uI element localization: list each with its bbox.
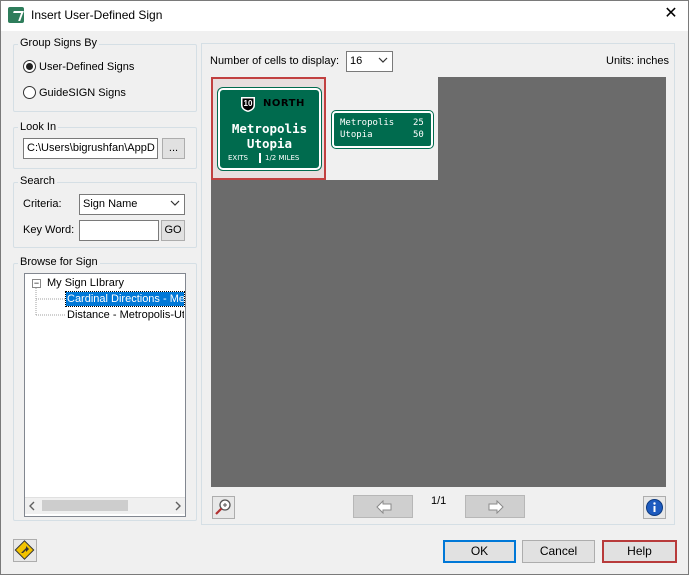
go-button[interactable]: GO	[161, 220, 185, 241]
scroll-right-icon[interactable]	[172, 501, 182, 511]
cells-to-display-select[interactable]: 16	[346, 51, 393, 72]
arrow-left-icon	[376, 500, 392, 514]
criteria-select[interactable]: Sign Name	[79, 194, 185, 215]
units-label: Units: inches	[606, 55, 669, 67]
guidesign-radio[interactable]	[23, 86, 36, 99]
tree-item-distance[interactable]: Distance - Metropolis-Uto	[66, 308, 184, 322]
browse-folder-button[interactable]: ...	[162, 138, 185, 159]
arrow-right-icon	[488, 500, 504, 514]
sign-2-row2-dist: 50	[413, 130, 424, 140]
sign-1-route-number: 10	[243, 99, 253, 108]
tree-collapse-icon[interactable]: −	[32, 279, 41, 288]
close-icon[interactable]: ✕	[660, 3, 682, 25]
zoom-icon	[215, 499, 231, 515]
sign-1-exit-left: EXITS	[228, 154, 249, 162]
page-indicator: 1/1	[431, 495, 447, 507]
keyword-input[interactable]	[79, 220, 159, 241]
search-label: Search	[18, 175, 57, 187]
app-logo-icon	[8, 7, 24, 23]
info-button[interactable]	[643, 496, 666, 519]
window-title: Insert User-Defined Sign	[31, 8, 163, 22]
sign-2-row1-name: Metropolis	[340, 118, 395, 128]
chevron-down-icon	[170, 200, 180, 206]
sign-2-panel: Metropolis 25 Utopia 50	[332, 111, 433, 148]
cancel-button[interactable]: Cancel	[522, 540, 595, 563]
tree-root-my-sign-library[interactable]: My Sign LIbrary	[47, 277, 124, 289]
prev-page-button[interactable]	[353, 495, 413, 518]
keyword-label: Key Word:	[23, 224, 75, 236]
criteria-label: Criteria:	[23, 198, 62, 210]
tree-hscroll-thumb[interactable]	[42, 500, 128, 511]
sign-2-row2-name: Utopia	[340, 130, 373, 140]
sign-1-exit-divider	[259, 153, 261, 163]
tree-item-cardinal-directions[interactable]: Cardinal Directions - Met	[65, 291, 185, 307]
group-signs-by-label: Group Signs By	[18, 37, 100, 49]
cells-to-display-value: 16	[350, 55, 363, 67]
look-in-label: Look In	[18, 121, 59, 133]
next-page-button[interactable]	[465, 495, 525, 518]
insert-sign-icon	[14, 540, 35, 560]
user-defined-radio-label[interactable]: User-Defined Signs	[39, 61, 134, 73]
chevron-down-icon	[378, 57, 388, 63]
browse-label: Browse for Sign	[18, 256, 100, 268]
help-button[interactable]: Help	[602, 540, 677, 563]
group-signs-by-box	[13, 44, 197, 112]
sign-2-row1-dist: 25	[413, 118, 424, 128]
sign-1-line1: Metropolis	[231, 121, 308, 136]
user-defined-radio[interactable]	[23, 60, 36, 73]
sign-1-direction: NORTH	[263, 98, 305, 109]
sign-1-panel: 10 NORTH Metropolis Utopia EXITS 1/2 MIL…	[218, 88, 321, 170]
ok-button[interactable]: OK	[443, 540, 516, 563]
scroll-left-icon[interactable]	[28, 501, 38, 511]
zoom-button[interactable]	[212, 496, 235, 519]
guidesign-radio-label[interactable]: GuideSIGN Signs	[39, 87, 126, 99]
criteria-select-value: Sign Name	[83, 198, 138, 210]
insert-sign-button[interactable]	[13, 539, 37, 562]
look-in-path-field[interactable]: C:\Users\bigrushfan\AppD	[23, 138, 158, 159]
sign-1-exit-right: 1/2 MILES	[265, 154, 300, 162]
sign-1-line2: Utopia	[246, 136, 293, 151]
cells-to-display-label: Number of cells to display:	[210, 55, 339, 67]
info-icon	[646, 499, 663, 516]
